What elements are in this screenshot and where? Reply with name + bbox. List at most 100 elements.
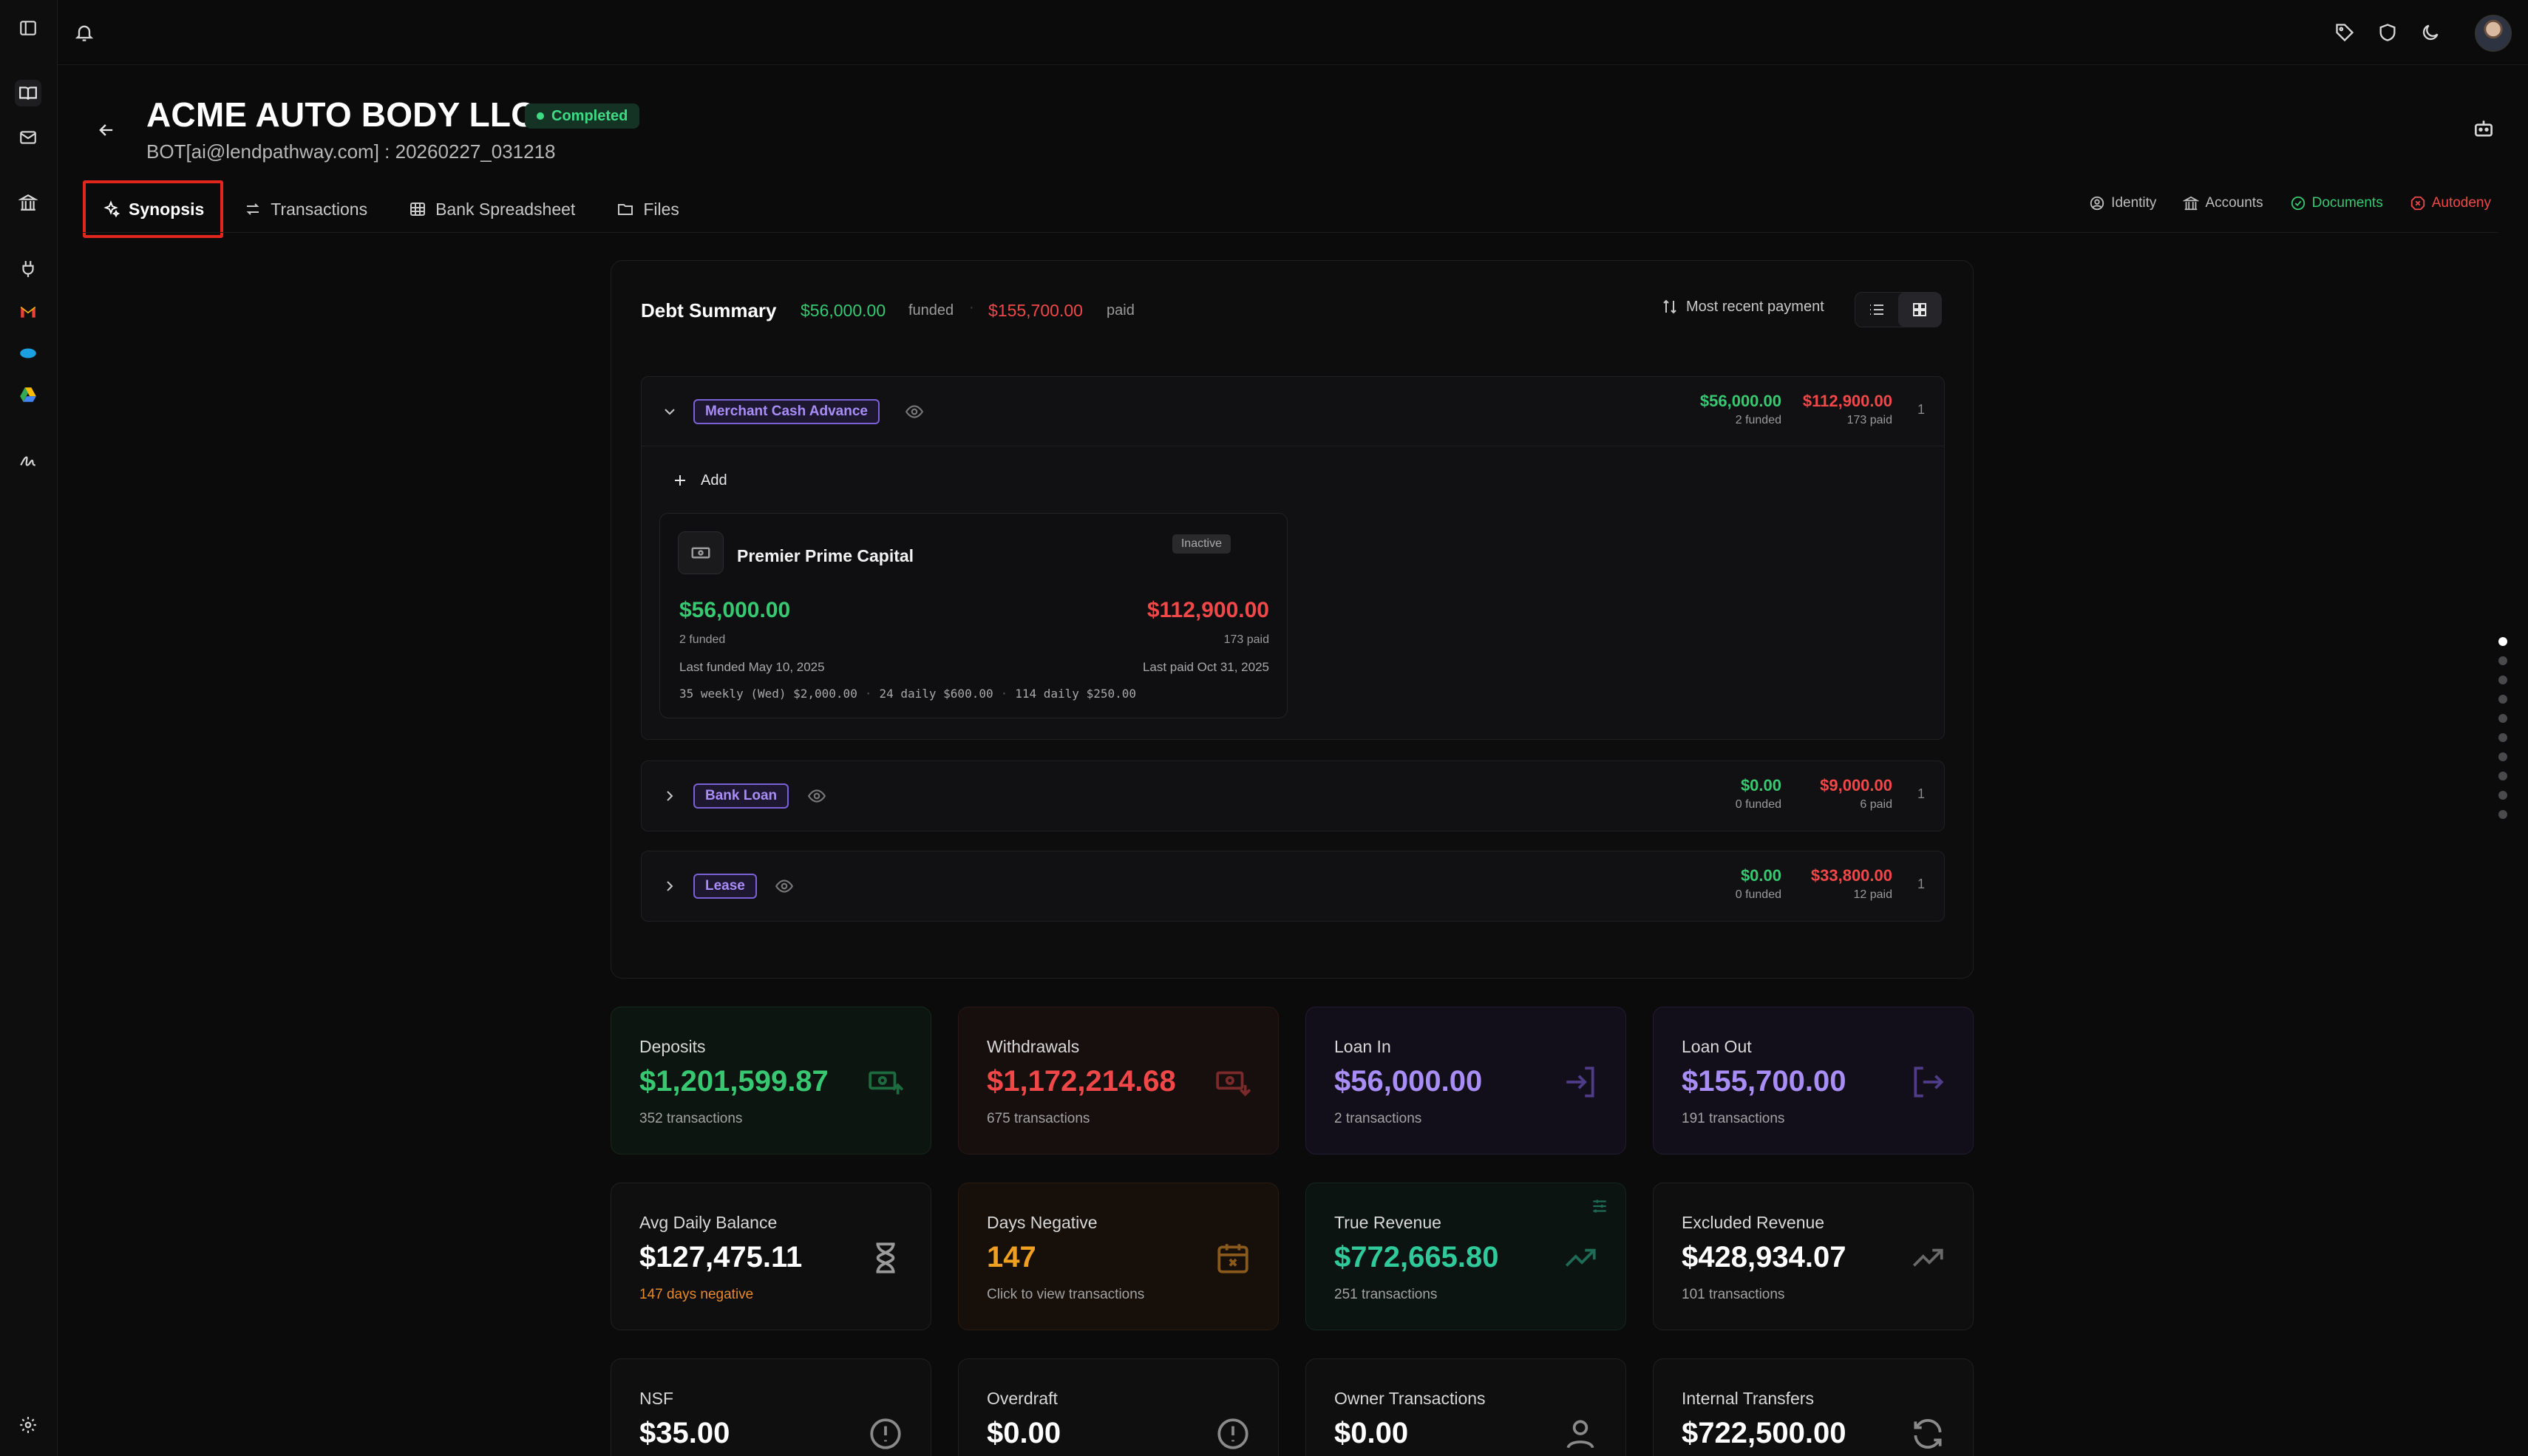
mail-icon[interactable] [15,124,41,151]
tab-bank-spreadsheet[interactable]: Bank Spreadsheet [388,180,596,238]
status-text: Completed [551,108,628,124]
lender-last-funded: Last funded May 10, 2025 [679,660,825,674]
bank-icon[interactable] [15,189,41,216]
moon-icon[interactable] [2417,19,2444,46]
sidebar-toggle-icon[interactable] [15,15,41,41]
group-funded-value: $0.00 [1740,866,1781,885]
eye-icon[interactable] [775,877,794,896]
group-funded: $0.00 0 funded [1736,866,1781,902]
scroll-dot[interactable] [2498,637,2507,646]
nsf-card[interactable]: NSF $35.00 [611,1358,931,1456]
sort-button[interactable]: Most recent payment [1661,298,1824,316]
group-count: 1 [1917,877,1925,891]
group-count: 1 [1917,402,1925,417]
debt-group-bank-loan[interactable]: Bank Loan $0.00 0 funded $9,000.00 6 pai… [641,761,1945,831]
plus-icon [675,475,685,486]
list-view-button[interactable] [1855,293,1898,327]
scroll-dot[interactable] [2498,656,2507,665]
lender-last-paid: Last paid Oct 31, 2025 [1142,660,1269,674]
deposits-card[interactable]: Deposits $1,201,599.87 352 transactions [611,1007,931,1154]
tab-files[interactable]: Files [596,180,700,238]
group-funded-sub: 2 funded [1735,414,1781,426]
eye-icon[interactable] [905,402,924,421]
scroll-dot[interactable] [2498,676,2507,684]
group-paid-value: $33,800.00 [1810,866,1892,885]
group-paid-sub: 6 paid [1860,798,1892,811]
card-sub: 101 transactions [1682,1287,1785,1302]
sliders-icon[interactable] [1590,1197,1609,1216]
debt-summary-paid-label: paid [1107,302,1135,319]
internal-transfers-card[interactable]: Internal Transfers $722,500.00 [1653,1358,1974,1456]
scroll-dot[interactable] [2498,791,2507,800]
identity-link[interactable]: Identity [2089,191,2156,216]
gear-icon[interactable] [15,1412,41,1438]
autodeny-link[interactable]: Autodeny [2410,191,2491,216]
avatar[interactable] [2475,15,2512,52]
tab-transactions[interactable]: Transactions [223,180,388,238]
scroll-dot[interactable] [2498,810,2507,819]
debt-summary-panel: Debt Summary $56,000.00 funded · $155,70… [611,260,1974,979]
separator-dot: · [969,299,974,316]
loan-out-card[interactable]: Loan Out $155,700.00 191 transactions [1653,1007,1974,1154]
chevron-down-icon[interactable] [661,403,679,421]
main-tabs: Synopsis Transactions Bank Spreadsheet F… [83,180,700,238]
back-arrow-icon[interactable] [92,115,121,145]
shield-icon[interactable] [2374,19,2401,46]
card-label: Avg Daily Balance [639,1213,778,1232]
chevron-right-icon[interactable] [661,787,679,805]
bot-icon[interactable] [2472,117,2495,140]
term-separator: · [1000,687,1008,701]
bell-icon[interactable] [71,19,98,46]
debt-group-header[interactable]: Merchant Cash Advance $56,000.00 2 funde… [642,377,1944,446]
list-icon [1870,305,1883,315]
folder-icon [618,204,633,215]
sort-label: Most recent payment [1686,298,1824,315]
book-icon[interactable] [15,80,41,106]
chevron-right-icon[interactable] [661,877,679,895]
group-paid-value: $112,900.00 [1802,392,1892,410]
status-badge: Completed [525,103,640,129]
trending-up-icon [1909,1239,1946,1276]
salesforce-icon[interactable] [15,340,41,367]
accounts-link[interactable]: Accounts [2183,191,2263,216]
loan-in-card[interactable]: Loan In $56,000.00 2 transactions [1305,1007,1626,1154]
documents-link[interactable]: Documents [2290,191,2383,216]
identity-label: Identity [2111,195,2157,211]
eye-icon[interactable] [807,786,826,806]
withdrawals-card[interactable]: Withdrawals $1,172,214.68 675 transactio… [958,1007,1279,1154]
card-label: True Revenue [1334,1213,1441,1232]
overdraft-card[interactable]: Overdraft $0.00 [958,1358,1279,1456]
scroll-dot[interactable] [2498,733,2507,742]
group-count: 1 [1917,786,1925,801]
cash-icon [678,531,724,574]
gmail-icon[interactable] [15,299,41,325]
plug-icon[interactable] [15,256,41,282]
group-paid: $9,000.00 6 paid [1820,776,1892,812]
logout-icon [1909,1064,1946,1100]
tab-label: Transactions [271,199,368,219]
owner-transactions-card[interactable]: Owner Transactions $0.00 [1305,1358,1626,1456]
card-label: Owner Transactions [1334,1389,1486,1408]
group-funded-value: $0.00 [1740,776,1781,795]
view-toggle [1855,292,1942,327]
tab-synopsis[interactable]: Synopsis [83,180,224,238]
scroll-dot[interactable] [2498,772,2507,780]
lender-card[interactable]: Premier Prime Capital Inactive $56,000.0… [659,513,1288,718]
signature-icon[interactable] [15,448,41,474]
scroll-dot[interactable] [2498,752,2507,761]
tag-icon[interactable] [2331,19,2358,46]
card-value: $127,475.11 [639,1241,803,1273]
excluded-revenue-card[interactable]: Excluded Revenue $428,934.07 101 transac… [1653,1183,1974,1330]
grid-view-button[interactable] [1898,293,1941,327]
avg-daily-balance-card[interactable]: Avg Daily Balance $127,475.11 147 days n… [611,1183,931,1330]
documents-label: Documents [2311,195,2383,211]
google-drive-icon[interactable] [15,381,41,408]
days-negative-card[interactable]: Days Negative 147 Click to view transact… [958,1183,1279,1330]
add-lender-button[interactable]: Add [671,472,727,489]
scroll-dot[interactable] [2498,714,2507,723]
debt-group-lease[interactable]: Lease $0.00 0 funded $33,800.00 12 paid … [641,851,1945,922]
card-sub: 352 transactions [639,1111,743,1126]
scroll-dot[interactable] [2498,695,2507,704]
true-revenue-card[interactable]: True Revenue $772,665.80 251 transaction… [1305,1183,1626,1330]
group-funded: $0.00 0 funded [1736,776,1781,812]
